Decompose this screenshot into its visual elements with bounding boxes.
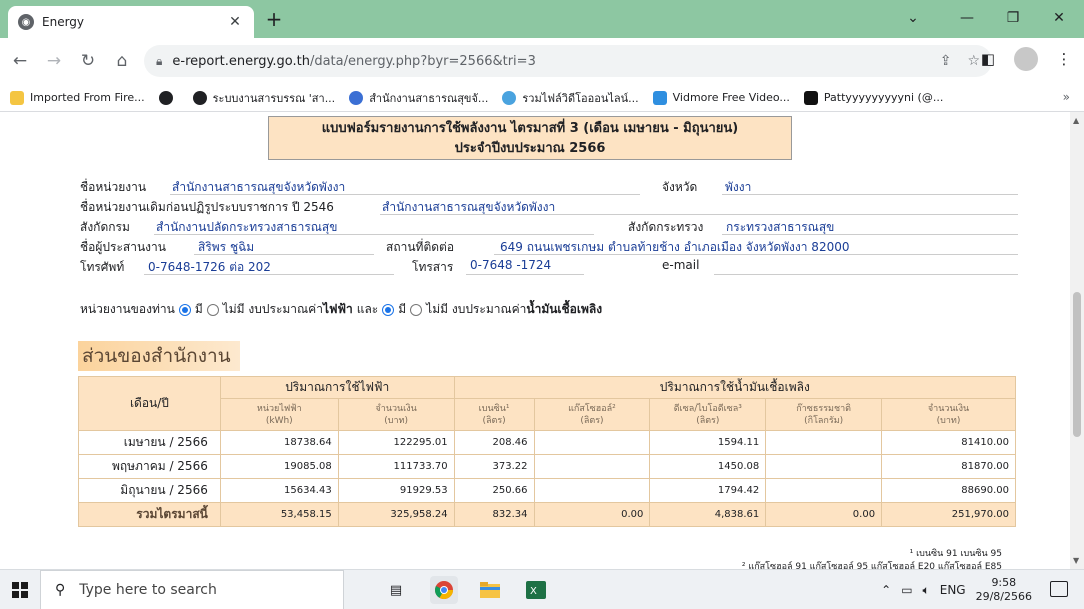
windows-start-button[interactable] xyxy=(12,582,28,598)
excel-app-icon[interactable]: X xyxy=(522,576,550,604)
notification-icon[interactable] xyxy=(1050,581,1068,597)
volume-icon[interactable]: 🔈︎ xyxy=(923,583,930,598)
table-row: พฤษภาคม / 2566 19085.08 111733.70 373.22… xyxy=(78,454,1016,479)
dept-label: สังกัดกรม xyxy=(80,220,130,234)
column-header: จำนวนเงิน (บาท) xyxy=(337,398,455,431)
forward-button[interactable]: → xyxy=(40,47,68,75)
address-label: สถานที่ติดต่อ xyxy=(386,240,455,254)
browser-toolbar: ← → ↻ ⌂ 🔒︎ e-report.energy.go.th /data/e… xyxy=(0,38,1084,84)
address-bar[interactable]: 🔒︎ e-report.energy.go.th /data/energy.ph… xyxy=(144,45,992,77)
globe-icon: ◉ xyxy=(18,14,34,30)
windows-taskbar: ⚲ Type here to search ▤ X ⌃ ▭ 🔈︎ ENG 9:5… xyxy=(0,569,1084,609)
email-label: e-mail xyxy=(662,258,700,272)
globe-icon xyxy=(192,90,207,105)
sidepanel-icon[interactable]: ◧ xyxy=(976,47,1000,71)
electric-no-radio[interactable] xyxy=(206,303,219,316)
fax-label: โทรสาร xyxy=(412,260,454,274)
url-host: e-report.energy.go.th xyxy=(172,53,310,69)
search-icon: ⚲ xyxy=(55,582,66,598)
chevron-up-icon[interactable]: ⌃ xyxy=(881,583,891,597)
form-title: แบบฟอร์มรายงานการใช้พลังงาน ไตรมาสที่ 3 … xyxy=(268,116,792,160)
month-column-header: เดือน/ปี xyxy=(78,376,221,431)
tab-strip: ◉ Energy ✕ + ⌄ — ❐ ✕ xyxy=(0,0,1084,38)
bookmark-item[interactable]: ระบบงานสารบรรณ 'สา... xyxy=(192,89,335,107)
page-scrollbar[interactable]: ▲ ▼ xyxy=(1070,112,1084,569)
fax-value: 0-7648 -1724 xyxy=(470,258,552,272)
home-button[interactable]: ⌂ xyxy=(108,47,136,75)
electric-group-header: ปริมาณการใช้ไฟฟ้า xyxy=(219,376,455,399)
column-header: แก๊สโซฮอล์² (ลิตร) xyxy=(533,398,651,431)
lock-icon[interactable]: 🔒︎ xyxy=(156,54,162,69)
fuel-group-header: ปริมาณการใช้น้ำมันเชื้อเพลิง xyxy=(453,376,1017,399)
table-row: เมษายน / 2566 18738.64 122295.01 208.46 … xyxy=(78,430,1016,455)
column-header: หน่วยไฟฟ้า (kWh) xyxy=(219,398,339,431)
minimize-button[interactable]: — xyxy=(944,4,990,32)
column-header: ดีเซล/ไบโอดีเซล³ (ลิตร) xyxy=(649,398,767,431)
browser-tab-energy[interactable]: ◉ Energy ✕ xyxy=(8,6,254,38)
folder-icon xyxy=(10,90,24,105)
electric-yes-radio[interactable] xyxy=(178,303,191,316)
site-icon xyxy=(349,90,364,105)
close-window-button[interactable]: ✕ xyxy=(1036,4,1082,32)
scroll-down-arrow[interactable]: ▼ xyxy=(1073,556,1079,565)
coordinator-label: ชื่อผู้ประสานงาน xyxy=(80,240,166,254)
budget-radio-row: หน่วยงานของท่าน มี ไม่มี งบประมาณค่า ไฟฟ… xyxy=(80,302,603,316)
bookmarks-bar: Imported From Fire... ระบบงานสารบรรณ 'สา… xyxy=(0,84,1084,112)
new-tab-button[interactable]: + xyxy=(262,8,286,32)
tiktok-icon xyxy=(803,90,818,105)
bookmark-item[interactable]: รวมไฟล์วิดีโอออนไลน์... xyxy=(502,89,639,107)
task-view-icon[interactable]: ▤ xyxy=(382,576,410,604)
search-placeholder: Type here to search xyxy=(79,582,217,598)
file-explorer-icon[interactable] xyxy=(476,576,504,604)
page-viewport: แบบฟอร์มรายงานการใช้พลังงาน ไตรมาสที่ 3 … xyxy=(0,112,1070,569)
province-label: จังหวัด xyxy=(662,180,698,194)
section-title: ส่วนของสำนักงาน xyxy=(78,341,240,371)
chevron-down-icon[interactable]: ⌄ xyxy=(890,4,936,32)
clock[interactable]: 9:58 29/8/2566 xyxy=(976,576,1032,604)
close-tab-icon[interactable]: ✕ xyxy=(226,14,244,30)
ministry-label: สังกัดกระทรวง xyxy=(628,220,704,234)
url-path: /data/energy.php?byr=2566&tri=3 xyxy=(309,53,536,69)
bookmark-item[interactable]: Pattyyyyyyyyyni (@... xyxy=(803,90,943,105)
tab-title: Energy xyxy=(42,15,85,29)
system-tray: ⌃ ▭ 🔈︎ ENG 9:58 29/8/2566 xyxy=(881,570,1032,609)
energy-usage-table: เดือน/ปี ปริมาณการใช้ไฟฟ้า ปริมาณการใช้น… xyxy=(78,376,1017,527)
column-header: จำนวนเงิน (บาท) xyxy=(881,398,1016,431)
fuel-yes-radio[interactable] xyxy=(382,303,395,316)
phone-label: โทรศัพท์ xyxy=(80,260,125,274)
column-header: เบนซิน¹ (ลิตร) xyxy=(453,398,535,431)
more-bookmarks-button[interactable]: » xyxy=(1063,90,1070,104)
table-row: มิถุนายน / 2566 15634.43 91929.53 250.66… xyxy=(78,478,1016,503)
taskbar-search-box[interactable]: ⚲ Type here to search xyxy=(40,570,344,609)
fuel-no-radio[interactable] xyxy=(410,303,423,316)
agency-label: ชื่อหน่วยงาน xyxy=(80,180,147,194)
site-icon xyxy=(502,90,517,105)
scroll-up-arrow[interactable]: ▲ xyxy=(1073,116,1079,125)
language-indicator[interactable]: ENG xyxy=(940,583,966,597)
vidmore-icon xyxy=(652,90,667,105)
column-header: ก๊าซธรรมชาติ (กิโลกรัม) xyxy=(765,398,883,431)
restore-button[interactable]: ❐ xyxy=(990,4,1036,32)
share-icon[interactable]: ⇪ xyxy=(940,53,952,69)
chrome-app-icon[interactable] xyxy=(430,576,458,604)
total-row: รวมไตรมาสนี้ 53,458.15 325,958.24 832.34… xyxy=(78,502,1016,527)
svg-text:X: X xyxy=(530,586,537,597)
profile-avatar[interactable] xyxy=(1014,47,1038,71)
back-button[interactable]: ← xyxy=(6,47,34,75)
network-icon[interactable]: ▭ xyxy=(901,583,912,597)
bookmark-item[interactable]: Imported From Fire... xyxy=(10,90,145,105)
bookmark-item[interactable] xyxy=(158,90,179,105)
footnote-gasohol: ² แก๊สโซฮอล์ 91 แก๊สโซฮอล์ 95 แก๊สโซฮอล์… xyxy=(741,562,1002,569)
footnote-benzine: ¹ เบนซิน 91 เบนซิน 95 xyxy=(909,549,1002,559)
reload-button[interactable]: ↻ xyxy=(74,47,102,75)
scroll-thumb[interactable] xyxy=(1073,292,1081,437)
bookmark-item[interactable]: Vidmore Free Video... xyxy=(652,90,790,105)
bookmark-item[interactable]: สำนักงานสาธารณสุขจั... xyxy=(349,89,488,107)
old-name-label: ชื่อหน่วยงานเดิมก่อนปฏิรูประบบราชการ ปี … xyxy=(80,200,334,214)
globe-icon xyxy=(158,90,173,105)
menu-kebab-icon[interactable]: ⋮ xyxy=(1052,47,1076,71)
